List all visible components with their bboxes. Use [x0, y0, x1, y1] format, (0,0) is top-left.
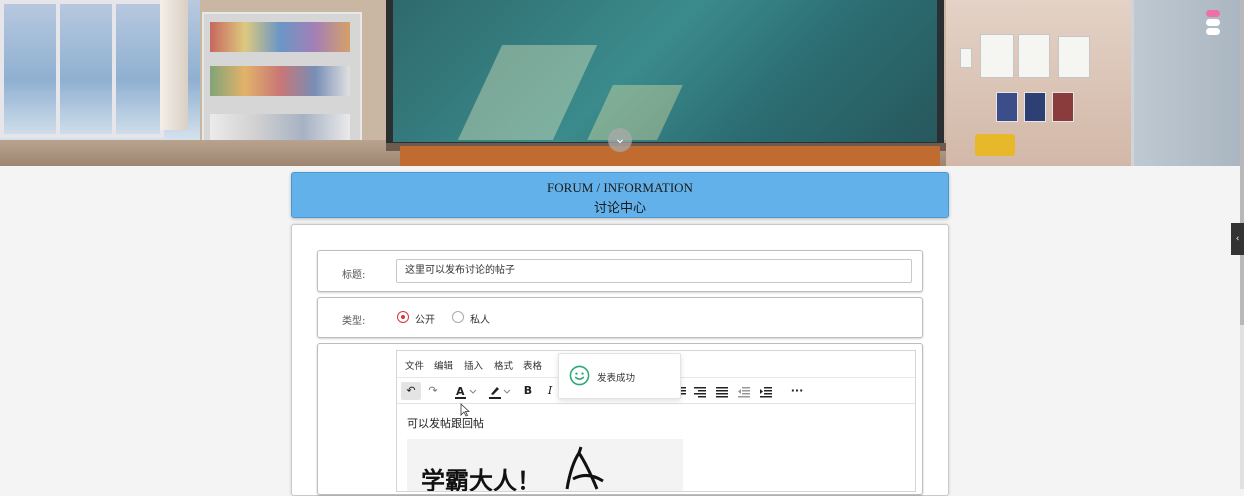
text-color-icon[interactable]: A — [453, 382, 479, 400]
radio-public-label[interactable]: 公开 — [415, 311, 435, 326]
notice-paper — [1018, 34, 1050, 78]
poster — [996, 92, 1018, 122]
notice-paper — [980, 34, 1014, 78]
header-title-zh: 讨论中心 — [593, 200, 646, 215]
title-label: 标题: — [342, 270, 366, 281]
bold-icon[interactable]: B — [521, 382, 535, 400]
svg-text:A: A — [456, 385, 465, 398]
menu-toggle-icon[interactable] — [1204, 8, 1222, 48]
menu-insert[interactable]: 插入 — [464, 358, 483, 372]
smile-icon — [569, 365, 590, 386]
italic-icon[interactable]: I — [543, 382, 557, 400]
type-label: 类型: — [342, 316, 366, 327]
classroom-door — [1131, 0, 1240, 166]
editor-content-text[interactable]: 可以发帖跟回帖 — [407, 415, 484, 431]
desks — [400, 146, 940, 166]
scroll-down-icon[interactable]: ⌄ — [608, 128, 632, 152]
scrollbar-thumb[interactable] — [1240, 0, 1244, 325]
image-caption: 学霸大人！ — [421, 467, 541, 491]
mouse-cursor-icon — [460, 403, 470, 417]
success-toast: 发表成功 — [558, 353, 681, 399]
menu-file[interactable]: 文件 — [405, 358, 424, 372]
yellow-box — [975, 134, 1015, 156]
radio-private-label[interactable]: 私人 — [470, 311, 490, 326]
radio-public[interactable] — [397, 311, 409, 323]
redo-icon[interactable]: ↷ — [425, 382, 441, 400]
curtain — [160, 0, 188, 130]
forum-header: FORUM / INFORMATION 讨论中心 — [291, 172, 949, 218]
pen-drawing-icon — [565, 446, 604, 490]
radio-private[interactable] — [452, 311, 464, 323]
undo-icon[interactable]: ↶ — [401, 382, 421, 400]
highlight-color-icon[interactable] — [487, 382, 513, 400]
menu-format[interactable]: 格式 — [494, 358, 513, 372]
indent-icon[interactable] — [759, 382, 773, 400]
notice-paper — [1058, 36, 1090, 78]
toast-message: 发表成功 — [597, 373, 636, 384]
menu-table[interactable]: 表格 — [523, 358, 542, 372]
outdent-icon[interactable] — [737, 382, 751, 400]
collapse-tab-icon[interactable]: ‹ — [1231, 223, 1244, 255]
light-switch — [960, 48, 972, 68]
align-right-icon[interactable] — [693, 382, 707, 400]
header-title-en: FORUM / INFORMATION — [547, 180, 693, 195]
more-icon[interactable]: ··· — [787, 382, 807, 400]
title-input[interactable]: 这里可以发布讨论的帖子 — [396, 259, 912, 283]
align-justify-icon[interactable] — [715, 382, 729, 400]
classroom-wall — [946, 0, 1131, 166]
embedded-image: 学霸大人！ — [407, 439, 683, 491]
menu-edit[interactable]: 编辑 — [434, 358, 453, 372]
poster — [1024, 92, 1046, 122]
poster — [1052, 92, 1074, 122]
